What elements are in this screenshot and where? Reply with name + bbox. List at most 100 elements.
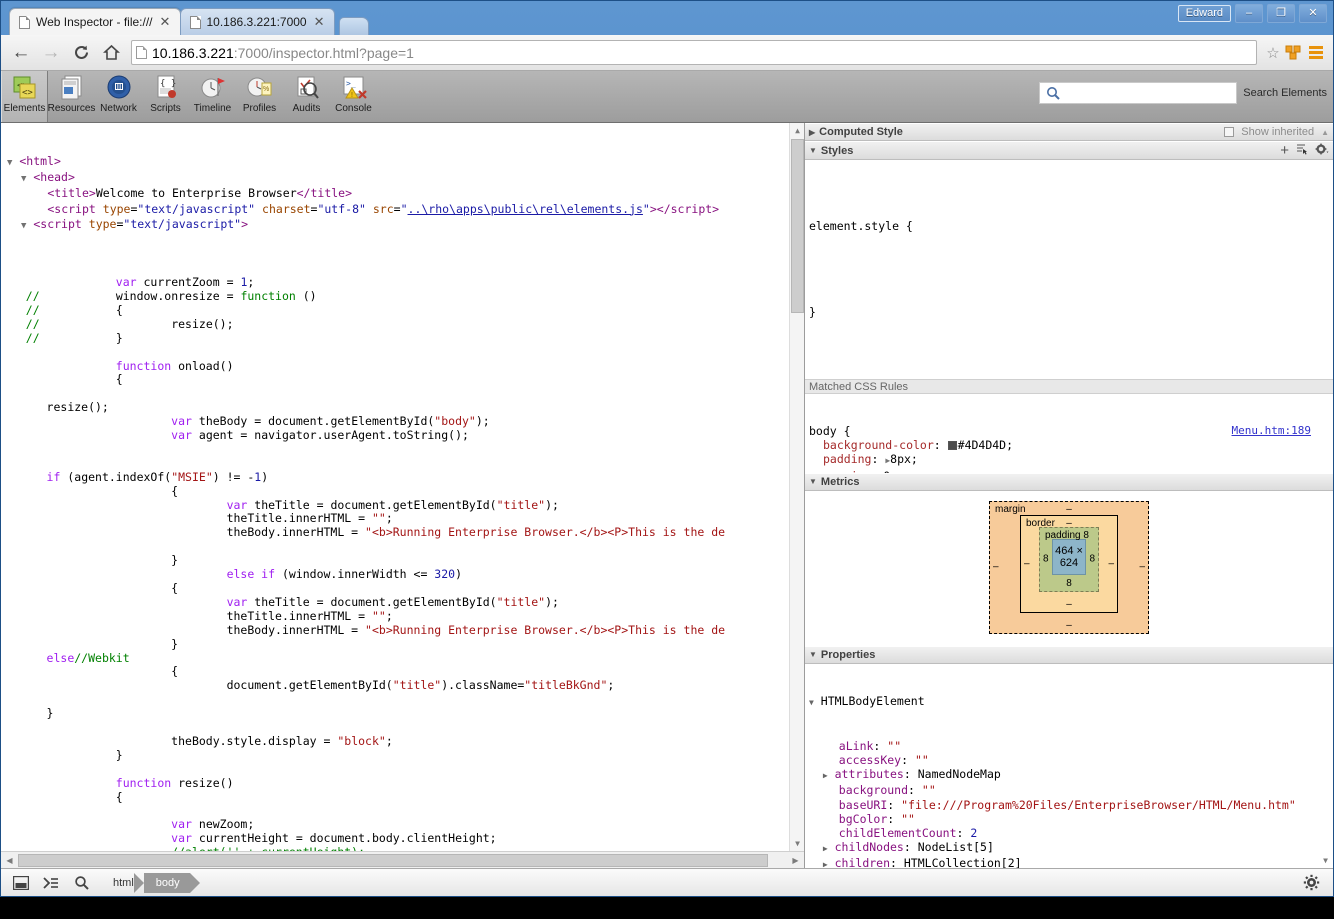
panel-button-timeline[interactable]: Timeline xyxy=(189,71,236,122)
browser-tab-0[interactable]: Web Inspector - file:/// ✕ xyxy=(9,8,181,35)
margin-box[interactable]: margin – – – – border – – – – padding 8 … xyxy=(989,501,1149,634)
css-declaration[interactable]: padding: ▶8px; xyxy=(809,452,1329,468)
css-property[interactable]: background-color xyxy=(809,438,934,452)
property-row[interactable]: baseURI: "file:///Program%20Files/Enterp… xyxy=(809,798,1333,812)
border-right-value[interactable]: – xyxy=(1108,558,1114,569)
scrollbar-thumb[interactable] xyxy=(791,139,804,313)
css-property[interactable]: padding xyxy=(809,452,871,466)
settings-gear-icon[interactable] xyxy=(1297,871,1325,895)
dom-node-line[interactable]: <title>Welcome to Enterprise Browser</ti… xyxy=(5,187,804,203)
twisty-icon[interactable]: ▼ xyxy=(21,221,26,231)
new-style-rule-button[interactable]: + xyxy=(1280,142,1289,159)
properties-header[interactable]: ▼ Properties xyxy=(805,646,1333,664)
padding-box[interactable]: padding 8 8 8 8 464 × 624 xyxy=(1039,527,1099,592)
chevron-right-icon[interactable]: ▶ xyxy=(823,860,828,868)
dom-node-line[interactable]: <script type="text/javascript" charset="… xyxy=(5,203,804,219)
chevron-right-icon[interactable]: ▶ xyxy=(823,844,828,853)
panel-button-resources[interactable]: Resources xyxy=(48,71,95,122)
close-icon[interactable]: ✕ xyxy=(159,16,172,29)
properties-list[interactable]: ▼ HTMLBodyElement aLink: "" accessKey: "… xyxy=(805,664,1333,868)
twisty-icon[interactable]: ▼ xyxy=(21,174,26,184)
property-row[interactable]: accessKey: "" xyxy=(809,753,1333,767)
rule-origin[interactable]: Menu.htm:189 xyxy=(1232,424,1311,438)
show-inherited-checkbox[interactable] xyxy=(1224,127,1234,137)
property-value[interactable]: "file:///Program%20Files/EnterpriseBrows… xyxy=(901,798,1296,812)
css-rule[interactable]: body {Menu.htm:189background-color: #4D4… xyxy=(805,423,1333,473)
dom-vertical-scrollbar[interactable]: ▲ ▼ xyxy=(789,123,804,851)
breadcrumb-item-body[interactable]: body xyxy=(144,873,190,893)
css-value[interactable]: : ▶8px; xyxy=(871,452,917,466)
scrollbar-thumb[interactable] xyxy=(18,854,768,867)
settings-gear-icon[interactable] xyxy=(1315,143,1329,158)
property-value[interactable]: NamedNodeMap xyxy=(918,767,1001,781)
twisty-icon[interactable] xyxy=(35,206,40,216)
element-style-rule[interactable]: element.style { } xyxy=(805,189,1333,350)
property-row[interactable]: bgColor: "" xyxy=(809,812,1333,826)
computed-style-header[interactable]: ▶ Computed Style Show inherited ▲ xyxy=(805,123,1333,141)
menu-icon[interactable] xyxy=(1305,46,1327,59)
element-state-icon[interactable] xyxy=(1296,143,1308,158)
scroll-right-arrow[interactable]: ▶ xyxy=(787,852,804,869)
user-profile-button[interactable]: Edward xyxy=(1178,5,1231,22)
bookmark-star-icon[interactable]: ☆ xyxy=(1265,44,1281,62)
property-value[interactable]: "" xyxy=(901,812,915,826)
property-value[interactable]: 2 xyxy=(970,826,977,840)
padding-bottom-value[interactable]: 8 xyxy=(1040,578,1098,589)
panel-button-scripts[interactable]: { } Scripts xyxy=(142,71,189,122)
property-row[interactable]: ▶ attributes: NamedNodeMap xyxy=(809,767,1333,783)
scroll-up-arrow[interactable]: ▲ xyxy=(1321,128,1329,137)
property-row[interactable]: aLink: "" xyxy=(809,739,1333,753)
panel-button-audits[interactable]: Audits xyxy=(283,71,330,122)
css-declaration[interactable]: background-color: #4D4D4D; xyxy=(809,438,1329,452)
dock-to-window-icon[interactable] xyxy=(7,871,35,895)
browser-tab-1[interactable]: 10.186.3.221:7000 ✕ xyxy=(180,8,335,35)
dom-node-line[interactable]: ▼ <html> xyxy=(5,155,804,171)
back-button[interactable]: ← xyxy=(7,39,35,67)
scroll-up-arrow[interactable]: ▲ xyxy=(790,123,804,138)
dom-node-line[interactable]: ▼ <script type="text/javascript"> xyxy=(5,218,804,234)
properties-scrollbar[interactable]: ▼ xyxy=(1318,664,1333,868)
twisty-icon[interactable]: ▼ xyxy=(7,158,12,168)
border-bottom-value[interactable]: – xyxy=(1021,599,1117,610)
margin-top-value[interactable]: – xyxy=(990,504,1148,515)
show-console-icon[interactable] xyxy=(37,871,65,895)
maximize-button[interactable]: ❐ xyxy=(1267,4,1295,23)
search-input[interactable] xyxy=(1039,82,1237,104)
extension-icon[interactable] xyxy=(1283,45,1303,60)
panel-button-console[interactable]: >_ ! Console xyxy=(330,71,377,122)
scroll-left-arrow[interactable]: ◀ xyxy=(1,852,18,869)
property-row[interactable]: background: "" xyxy=(809,783,1333,797)
chevron-down-icon[interactable]: ▼ xyxy=(809,698,814,707)
forward-button[interactable]: → xyxy=(37,39,65,67)
border-box[interactable]: border – – – – padding 8 8 8 8 464 × 624 xyxy=(1020,515,1118,613)
twisty-icon[interactable] xyxy=(35,190,40,200)
address-bar[interactable]: 10.186.3.221:7000/inspector.html?page=1 xyxy=(131,40,1257,65)
panel-button-network[interactable]: Network xyxy=(95,71,142,122)
css-value[interactable]: : #4D4D4D; xyxy=(934,438,1013,452)
close-button[interactable]: ✕ xyxy=(1299,4,1327,23)
color-swatch[interactable] xyxy=(948,441,957,450)
border-left-value[interactable]: – xyxy=(1024,558,1030,569)
properties-root[interactable]: ▼ HTMLBodyElement xyxy=(809,694,1333,710)
close-icon[interactable]: ✕ xyxy=(313,16,326,29)
new-tab-button[interactable] xyxy=(339,17,369,35)
margin-bottom-value[interactable]: – xyxy=(990,620,1148,631)
scroll-down-arrow[interactable]: ▼ xyxy=(1318,853,1333,868)
dom-horizontal-scrollbar[interactable]: ◀ ▶ xyxy=(1,851,804,868)
css-declaration[interactable]: margin: ▶0; xyxy=(809,469,1329,473)
margin-left-value[interactable]: – xyxy=(993,562,999,573)
margin-right-value[interactable]: – xyxy=(1139,562,1145,573)
property-value[interactable]: "" xyxy=(922,783,936,797)
padding-left-value[interactable]: 8 xyxy=(1043,554,1049,565)
box-model-diagram[interactable]: margin – – – – border – – – – padding 8 … xyxy=(805,491,1333,646)
property-value[interactable]: "" xyxy=(915,753,929,767)
scroll-down-arrow[interactable]: ▼ xyxy=(790,836,804,851)
dom-node-line[interactable]: ▼ <head> xyxy=(5,171,804,187)
content-box-size[interactable]: 464 × 624 xyxy=(1052,539,1086,575)
chevron-right-icon[interactable]: ▶ xyxy=(823,771,828,780)
metrics-header[interactable]: ▼ Metrics xyxy=(805,473,1333,491)
home-button[interactable] xyxy=(97,39,125,67)
padding-right-value[interactable]: 8 xyxy=(1089,554,1095,565)
minimize-button[interactable]: – xyxy=(1235,4,1263,23)
search-icon[interactable] xyxy=(67,871,95,895)
